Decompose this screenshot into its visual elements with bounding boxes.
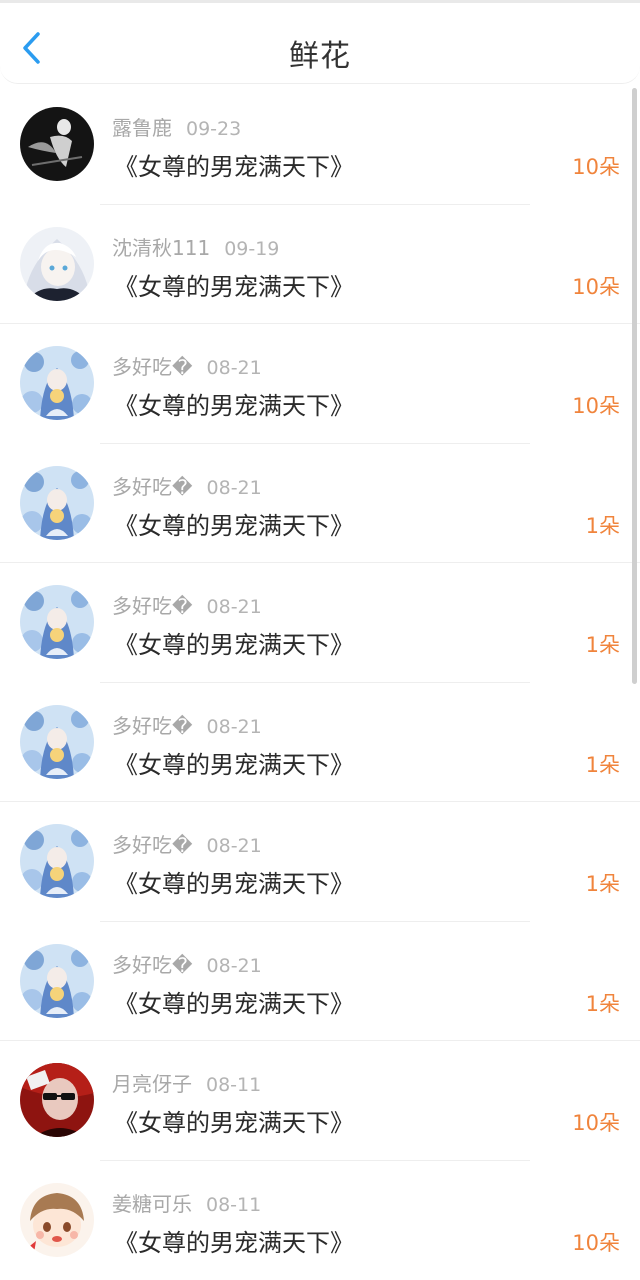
- book-title: 《女尊的男宠满天下》: [114, 1223, 354, 1258]
- username: 多好吃�: [112, 355, 193, 379]
- username: 月亮伢子: [112, 1072, 192, 1096]
- avatar[interactable]: [20, 705, 94, 779]
- list-item[interactable]: 多好吃� 08-21 《女尊的男宠满天下》 10朵: [0, 324, 640, 444]
- gift-date: 09-23: [186, 118, 241, 140]
- list-item[interactable]: 多好吃� 08-21 《女尊的男宠满天下》 1朵: [0, 802, 640, 922]
- flower-count: 10朵: [572, 390, 620, 420]
- user-meta: 多好吃� 08-21: [112, 710, 262, 739]
- user-meta: 露鲁鹿 09-23: [112, 112, 241, 141]
- avatar-image: [20, 346, 94, 420]
- avatar[interactable]: [20, 346, 94, 420]
- flower-count: 10朵: [572, 151, 620, 181]
- avatar-image: [20, 1063, 94, 1137]
- avatar-image: [20, 585, 94, 659]
- gift-date: 08-21: [207, 596, 262, 618]
- username: 沈清秋111: [112, 236, 210, 260]
- flower-count: 1朵: [586, 629, 620, 659]
- flower-count: 1朵: [586, 988, 620, 1018]
- avatar-image: [20, 466, 94, 540]
- flower-count: 1朵: [586, 868, 620, 898]
- book-title: 《女尊的男宠满天下》: [114, 984, 354, 1019]
- book-title: 《女尊的男宠满天下》: [114, 267, 354, 302]
- avatar[interactable]: [20, 1183, 94, 1257]
- top-bar: 鲜花: [0, 0, 640, 84]
- gift-date: 09-19: [224, 238, 279, 260]
- page-title: 鲜花: [0, 31, 640, 75]
- list-item[interactable]: 多好吃� 08-21 《女尊的男宠满天下》 1朵: [0, 444, 640, 564]
- user-meta: 多好吃� 08-21: [112, 351, 262, 380]
- username: 多好吃�: [112, 714, 193, 738]
- book-title: 《女尊的男宠满天下》: [114, 864, 354, 899]
- avatar-image: [20, 944, 94, 1018]
- avatar[interactable]: [20, 227, 94, 301]
- gift-date: 08-21: [207, 357, 262, 379]
- list-item[interactable]: 露鲁鹿 09-23 《女尊的男宠满天下》 10朵: [0, 85, 640, 205]
- avatar[interactable]: [20, 944, 94, 1018]
- list-item[interactable]: 多好吃� 08-21 《女尊的男宠满天下》 1朵: [0, 922, 640, 1042]
- avatar[interactable]: [20, 466, 94, 540]
- gift-date: 08-21: [207, 477, 262, 499]
- avatar-image: [20, 705, 94, 779]
- user-meta: 多好吃� 08-21: [112, 471, 262, 500]
- book-title: 《女尊的男宠满天下》: [114, 147, 354, 182]
- username: 姜糖可乐: [112, 1192, 192, 1216]
- username: 露鲁鹿: [112, 116, 172, 140]
- user-meta: 多好吃� 08-21: [112, 590, 262, 619]
- avatar-image: [20, 1183, 94, 1257]
- list-item[interactable]: 多好吃� 08-21 《女尊的男宠满天下》 1朵: [0, 683, 640, 803]
- book-title: 《女尊的男宠满天下》: [114, 745, 354, 780]
- book-title: 《女尊的男宠满天下》: [114, 625, 354, 660]
- list-item[interactable]: 多好吃� 08-21 《女尊的男宠满天下》 1朵: [0, 563, 640, 683]
- user-meta: 姜糖可乐 08-11: [112, 1188, 261, 1217]
- book-title: 《女尊的男宠满天下》: [114, 386, 354, 421]
- list-item[interactable]: 月亮伢子 08-11 《女尊的男宠满天下》 10朵: [0, 1041, 640, 1161]
- gift-date: 08-11: [206, 1194, 261, 1216]
- user-meta: 月亮伢子 08-11: [112, 1068, 261, 1097]
- flower-count: 1朵: [586, 749, 620, 779]
- avatar-image: [20, 227, 94, 301]
- flower-count: 1朵: [586, 510, 620, 540]
- gift-date: 08-21: [207, 835, 262, 857]
- flower-count: 10朵: [572, 1227, 620, 1257]
- gift-date: 08-11: [206, 1074, 261, 1096]
- book-title: 《女尊的男宠满天下》: [114, 1103, 354, 1138]
- username: 多好吃�: [112, 475, 193, 499]
- flower-gift-list: 露鲁鹿 09-23 《女尊的男宠满天下》 10朵 沈清秋111 09-19 《女尊的…: [0, 85, 640, 1280]
- flower-count: 10朵: [572, 271, 620, 301]
- avatar[interactable]: [20, 107, 94, 181]
- avatar[interactable]: [20, 585, 94, 659]
- username: 多好吃�: [112, 833, 193, 857]
- list-item[interactable]: 沈清秋111 09-19 《女尊的男宠满天下》 10朵: [0, 205, 640, 325]
- avatar[interactable]: [20, 1063, 94, 1137]
- book-title: 《女尊的男宠满天下》: [114, 506, 354, 541]
- user-meta: 多好吃� 08-21: [112, 949, 262, 978]
- gift-date: 08-21: [207, 716, 262, 738]
- avatar-image: [20, 107, 94, 181]
- username: 多好吃�: [112, 594, 193, 618]
- scrollbar[interactable]: [632, 88, 637, 684]
- flower-count: 10朵: [572, 1107, 620, 1137]
- user-meta: 多好吃� 08-21: [112, 829, 262, 858]
- username: 多好吃�: [112, 953, 193, 977]
- gift-date: 08-21: [207, 955, 262, 977]
- list-item[interactable]: 姜糖可乐 08-11 《女尊的男宠满天下》 10朵: [0, 1161, 640, 1280]
- user-meta: 沈清秋111 09-19: [112, 232, 279, 261]
- avatar[interactable]: [20, 824, 94, 898]
- avatar-image: [20, 824, 94, 898]
